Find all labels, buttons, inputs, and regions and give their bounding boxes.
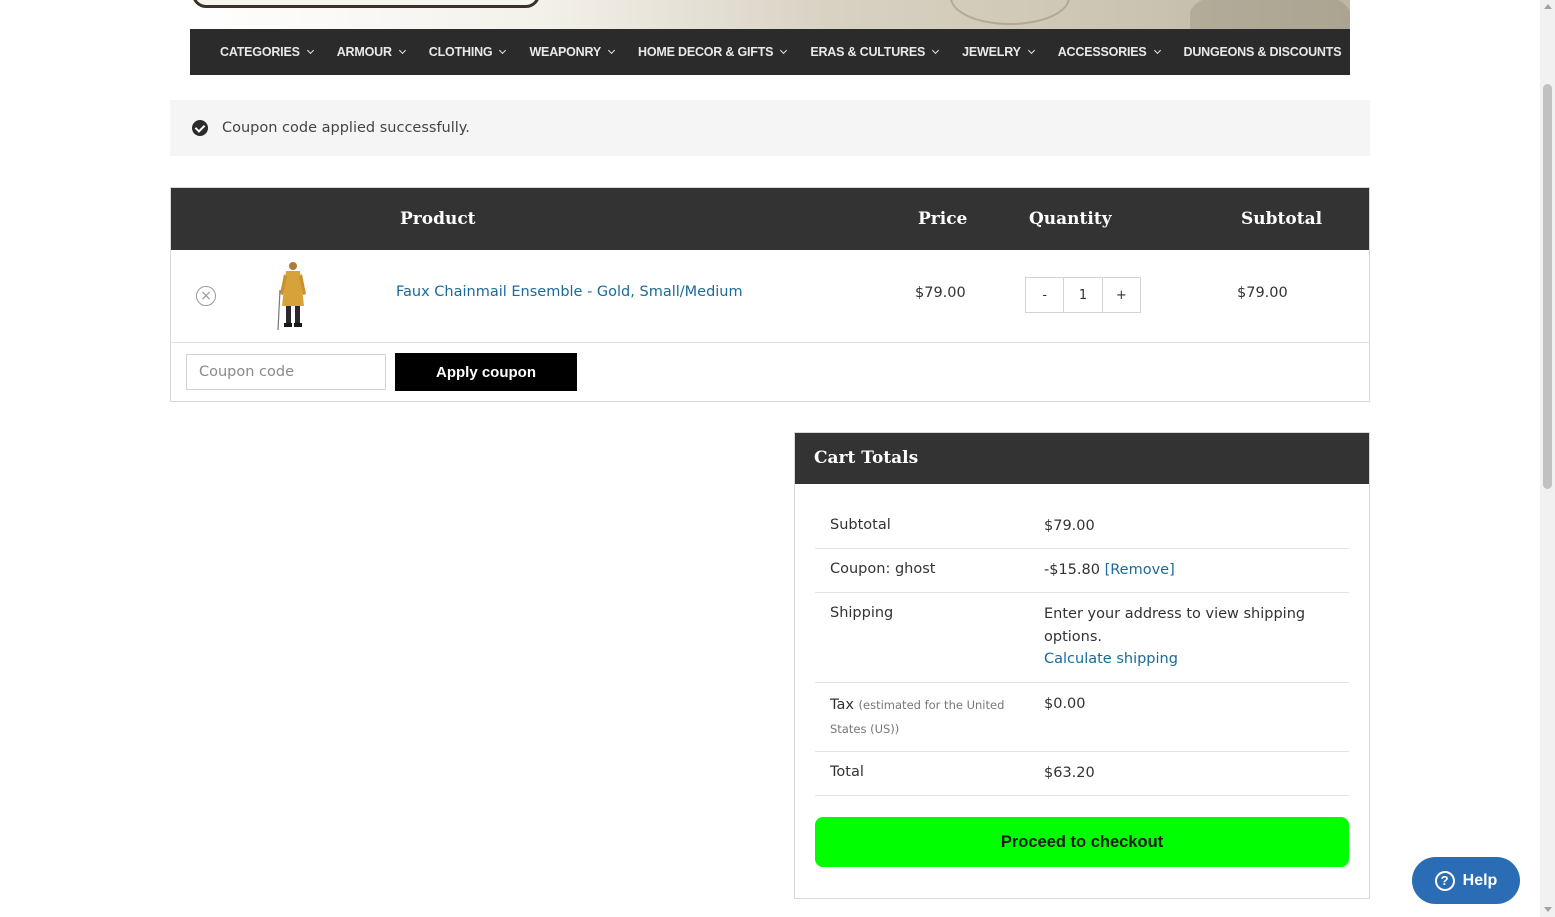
quantity-stepper: - 1 + (1025, 277, 1141, 313)
remove-item-icon[interactable]: × (196, 286, 216, 306)
chevron-down-icon (398, 46, 406, 55)
nav-item-weaponry[interactable]: WEAPONRY (529, 45, 616, 59)
totals-row-tax: Tax (estimated for the United States (US… (815, 683, 1349, 752)
nav-item-jewelry[interactable]: JEWELRY (962, 45, 1035, 59)
notice-message: Coupon code applied successfully. (222, 120, 470, 136)
scrollbar-thumb[interactable] (1543, 84, 1552, 489)
scroll-down-arrow-icon[interactable] (1544, 907, 1552, 912)
apply-coupon-button[interactable]: Apply coupon (395, 353, 577, 391)
chevron-down-icon (499, 46, 507, 55)
banner-decoration (1190, 0, 1350, 30)
shipping-label: Shipping (830, 605, 894, 621)
header-banner (190, 0, 1350, 30)
product-thumbnail[interactable] (271, 260, 315, 332)
success-notice: Coupon code applied successfully. (170, 100, 1370, 156)
nav-item-label: JEWELRY (962, 45, 1021, 59)
product-subtotal: $79.00 (1237, 285, 1288, 301)
total-label: Total (830, 764, 864, 780)
chevron-down-icon (1153, 46, 1161, 55)
totals-row-shipping: Shipping Enter your address to view ship… (815, 593, 1349, 683)
tax-label-cell: Tax (estimated for the United States (US… (830, 693, 1010, 741)
totals-row-total: Total $63.20 (815, 752, 1349, 796)
subtotal-value: $79.00 (1044, 518, 1095, 534)
product-price: $79.00 (915, 285, 966, 301)
nav-item-label: CLOTHING (428, 45, 493, 59)
calculate-shipping-link[interactable]: Calculate shipping (1044, 648, 1334, 671)
quantity-decrease-button[interactable]: - (1026, 278, 1063, 312)
cart-totals-panel: Cart Totals Subtotal $79.00 Coupon: ghos… (794, 432, 1370, 899)
tax-value: $0.00 (1044, 696, 1086, 712)
nav-item-dungeons-discounts[interactable]: DUNGEONS & DISCOUNTS (1184, 45, 1342, 59)
quantity-increase-button[interactable]: + (1103, 278, 1140, 312)
main-nav: CATEGORIES ARMOUR CLOTHING WEAPONRY HOME… (190, 29, 1350, 75)
column-header-subtotal: Subtotal (1241, 209, 1323, 229)
nav-item-armour[interactable]: ARMOUR (336, 45, 406, 59)
nav-item-label: HOME DECOR & GIFTS (638, 45, 774, 59)
column-header-product: Product (400, 209, 476, 229)
cart-table-header: Product Price Quantity Subtotal (171, 188, 1369, 250)
nav-item-label: ARMOUR (336, 45, 392, 59)
cart-table: Product Price Quantity Subtotal × Faux C… (170, 187, 1370, 402)
help-button[interactable]: ? Help (1412, 857, 1520, 904)
nav-item-label: DUNGEONS & DISCOUNTS (1183, 45, 1342, 59)
coupon-discount-value: -$15.80 (1044, 562, 1100, 578)
nav-item-label: ACCESSORIES (1057, 45, 1147, 59)
check-circle-icon (192, 120, 208, 136)
chevron-down-icon (1027, 46, 1035, 55)
banner-decoration (950, 0, 1070, 25)
help-label: Help (1462, 871, 1498, 889)
site-logo[interactable] (192, 0, 540, 8)
cart-totals-title: Cart Totals (795, 433, 1369, 484)
nav-item-eras-cultures[interactable]: ERAS & CULTURES (810, 45, 940, 59)
totals-row-coupon: Coupon: ghost -$15.80 [Remove] (815, 549, 1349, 593)
nav-item-home-decor[interactable]: HOME DECOR & GIFTS (638, 45, 788, 59)
nav-item-label: WEAPONRY (529, 45, 602, 59)
tax-label: Tax (830, 697, 854, 713)
nav-item-clothing[interactable]: CLOTHING (428, 45, 507, 59)
coupon-value-cell: -$15.80 [Remove] (1044, 559, 1334, 582)
quantity-input[interactable]: 1 (1063, 278, 1103, 312)
shipping-value-cell: Enter your address to view shipping opti… (1044, 603, 1334, 671)
totals-row-subtotal: Subtotal $79.00 (815, 504, 1349, 549)
coupon-row: Apply coupon (171, 344, 1369, 402)
remove-coupon-link[interactable]: [Remove] (1105, 562, 1175, 578)
nav-item-accessories[interactable]: ACCESSORIES (1057, 45, 1161, 59)
total-value: $63.20 (1044, 765, 1095, 781)
coupon-code-input[interactable] (186, 354, 386, 390)
chevron-down-icon (780, 46, 788, 55)
shipping-message: Enter your address to view shipping opti… (1044, 606, 1306, 645)
column-header-quantity: Quantity (1029, 209, 1112, 229)
chevron-down-icon (932, 46, 940, 55)
nav-item-label: CATEGORIES (220, 45, 300, 59)
nav-item-label: ERAS & CULTURES (810, 45, 926, 59)
question-circle-icon: ? (1434, 870, 1455, 891)
cart-item-row: × Faux Chainmail Ensemble - Gold, Small/… (171, 250, 1369, 343)
page-scrollbar[interactable] (1540, 0, 1555, 917)
scroll-up-arrow-icon[interactable] (1544, 4, 1552, 9)
coupon-label: Coupon: ghost (830, 561, 936, 577)
chevron-down-icon (306, 46, 314, 55)
nav-item-categories[interactable]: CATEGORIES (220, 45, 314, 59)
column-header-price: Price (918, 209, 968, 229)
chevron-down-icon (607, 46, 616, 55)
tax-note: (estimated for the United States (US)) (830, 698, 1005, 736)
product-name-link[interactable]: Faux Chainmail Ensemble - Gold, Small/Me… (396, 284, 743, 300)
proceed-to-checkout-button[interactable]: Proceed to checkout (815, 817, 1349, 867)
subtotal-label: Subtotal (830, 517, 891, 533)
